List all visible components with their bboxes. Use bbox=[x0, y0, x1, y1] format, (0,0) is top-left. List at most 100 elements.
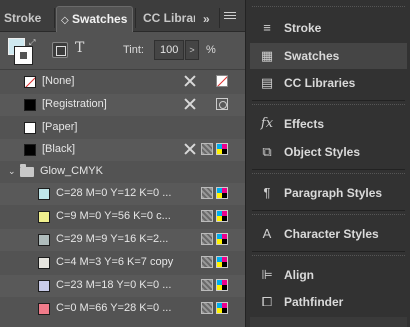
swatch-name: [Paper] bbox=[42, 121, 78, 133]
cmyk-icon bbox=[216, 279, 228, 291]
tint-input[interactable]: 100 bbox=[154, 40, 184, 60]
swatch-name: [None] bbox=[42, 75, 75, 87]
dock-item-stroke[interactable]: ≡ Stroke bbox=[250, 15, 407, 41]
swatch-name: C=23 M=18 Y=0 K=0 ... bbox=[56, 279, 172, 291]
folder-icon bbox=[20, 164, 34, 177]
swatch-name: C=29 M=9 Y=16 K=2... bbox=[56, 233, 169, 245]
stroke-icon: ≡ bbox=[263, 20, 271, 35]
dock-item-label: Align bbox=[284, 268, 314, 282]
swatch-color-chip bbox=[24, 76, 36, 88]
cmyk-icon bbox=[216, 302, 228, 314]
swatch-color-chip bbox=[38, 303, 50, 315]
cmyk-icon bbox=[216, 210, 228, 222]
stroke-swatch-icon[interactable] bbox=[14, 46, 33, 65]
dock-item-swatches[interactable]: ▦ Swatches bbox=[250, 43, 407, 69]
align-icon: ⊫ bbox=[261, 267, 273, 282]
group-swatch-row[interactable]: C=29 M=9 Y=16 K=2... bbox=[0, 229, 245, 251]
dock-separator bbox=[252, 210, 405, 211]
dock-item-label: Object Styles bbox=[284, 145, 361, 159]
dock-item-character-styles[interactable]: A Character Styles bbox=[250, 221, 407, 247]
tab-overflow-icon[interactable]: » bbox=[203, 12, 210, 26]
fill-stroke-proxy[interactable]: ⤢ bbox=[8, 38, 38, 68]
tab-swatches[interactable]: ◇ Swatches bbox=[56, 6, 133, 32]
tab-cc-libraries[interactable]: CC Libraries bbox=[143, 6, 195, 32]
dock-item-label: Pathfinder bbox=[284, 295, 344, 309]
swap-fill-stroke-icon[interactable]: ⤢ bbox=[29, 38, 35, 48]
swatch-name: C=9 M=0 Y=56 K=0 c... bbox=[56, 210, 171, 222]
none-icon bbox=[216, 75, 228, 87]
swatch-color-chip bbox=[38, 257, 50, 269]
swatch-name: [Black] bbox=[42, 143, 76, 155]
none-slash bbox=[25, 77, 35, 87]
character-styles-icon: A bbox=[262, 226, 272, 241]
dock-separator bbox=[252, 251, 405, 252]
dock-grip[interactable] bbox=[252, 104, 405, 106]
swatch-color-chip bbox=[38, 280, 50, 292]
dock-item-label: CC Libraries bbox=[284, 76, 356, 90]
tint-percent-label: % bbox=[206, 44, 216, 56]
swatches-icon: ▦ bbox=[260, 48, 274, 63]
group-swatch-row[interactable]: C=28 M=0 Y=12 K=0 ... bbox=[0, 183, 245, 205]
process-icon bbox=[201, 143, 213, 155]
dock-item-label: Paragraph Styles bbox=[284, 186, 383, 200]
process-icon bbox=[201, 210, 213, 222]
swatch-color-chip bbox=[38, 211, 50, 223]
panel-dock: ≡ Stroke ▦ Swatches ▤ CC Libraries fx Effects ⧉ O… bbox=[245, 0, 410, 327]
dock-grip[interactable] bbox=[252, 173, 405, 175]
swatch-group-row[interactable]: ⌄ Glow_CMYK bbox=[0, 161, 245, 183]
dock-item-align[interactable]: ⊫ Align bbox=[250, 262, 407, 288]
dock-item-label: Swatches bbox=[284, 49, 340, 63]
registration-icon bbox=[216, 98, 228, 110]
swatch-color-chip bbox=[38, 234, 50, 246]
process-icon bbox=[201, 302, 213, 314]
group-name: Glow_CMYK bbox=[40, 165, 103, 177]
tab-swatches-glyph: ◇ bbox=[61, 15, 69, 26]
formatting-text-icon[interactable]: T bbox=[75, 40, 84, 56]
tint-slider-toggle[interactable]: > bbox=[185, 40, 199, 60]
dock-item-object-styles[interactable]: ⧉ Object Styles bbox=[250, 139, 407, 165]
group-swatch-row[interactable]: C=0 M=66 Y=28 K=0 ... bbox=[0, 298, 245, 320]
process-icon bbox=[201, 279, 213, 291]
dock-grip[interactable] bbox=[252, 214, 405, 216]
swatch-row[interactable]: [Paper] bbox=[0, 117, 245, 139]
no-edit-icon bbox=[183, 74, 197, 88]
no-edit-icon bbox=[183, 142, 197, 156]
swatch-controls: ⤢ T Tint: 100 > % bbox=[0, 32, 245, 70]
swatch-color-chip bbox=[24, 144, 36, 156]
dock-grip[interactable] bbox=[252, 6, 405, 8]
swatch-name: [Registration] bbox=[42, 98, 107, 110]
formatting-container-icon[interactable] bbox=[52, 42, 68, 58]
swatch-row[interactable]: [Registration] bbox=[0, 94, 245, 116]
dock-grip[interactable] bbox=[252, 255, 405, 257]
process-icon bbox=[201, 187, 213, 199]
object-styles-icon: ⧉ bbox=[262, 144, 272, 159]
tint-label: Tint: bbox=[123, 44, 144, 56]
dock-item-effects[interactable]: fx Effects bbox=[250, 111, 407, 137]
group-swatch-row[interactable]: C=9 M=0 Y=56 K=0 c... bbox=[0, 206, 245, 228]
group-swatch-row[interactable]: C=23 M=18 Y=0 K=0 ... bbox=[0, 275, 245, 297]
swatch-color-chip bbox=[24, 99, 36, 111]
no-edit-icon bbox=[183, 97, 197, 111]
swatch-row[interactable]: [Black] bbox=[0, 139, 245, 161]
tab-stroke[interactable]: Stroke bbox=[4, 6, 52, 32]
panel-menu-icon[interactable] bbox=[224, 10, 236, 22]
tab-swatches-label: Swatches bbox=[72, 12, 128, 26]
cmyk-icon bbox=[216, 143, 228, 155]
group-expand-icon[interactable]: ⌄ bbox=[8, 166, 16, 177]
cmyk-icon bbox=[216, 233, 228, 245]
group-swatch-row[interactable]: C=4 M=3 Y=6 K=7 copy bbox=[0, 252, 245, 274]
dock-item-pathfinder[interactable]: ⧠ Pathfinder bbox=[250, 289, 407, 315]
effects-icon: fx bbox=[260, 116, 274, 131]
dock-item-label: Effects bbox=[284, 117, 325, 131]
pathfinder-icon: ⧠ bbox=[261, 294, 273, 309]
dock-item-label: Character Styles bbox=[284, 227, 379, 241]
cmyk-icon bbox=[216, 187, 228, 199]
paragraph-styles-icon: ¶ bbox=[263, 185, 271, 200]
process-icon bbox=[201, 233, 213, 245]
dock-footer bbox=[250, 317, 407, 327]
swatch-row[interactable]: [None] bbox=[0, 71, 245, 93]
swatch-name: C=28 M=0 Y=12 K=0 ... bbox=[56, 187, 172, 199]
dock-item-cc-libraries[interactable]: ▤ CC Libraries bbox=[250, 70, 407, 96]
panel-tab-bar: Stroke ◇ Swatches CC Libraries » bbox=[0, 0, 245, 32]
dock-item-paragraph-styles[interactable]: ¶ Paragraph Styles bbox=[250, 180, 407, 206]
